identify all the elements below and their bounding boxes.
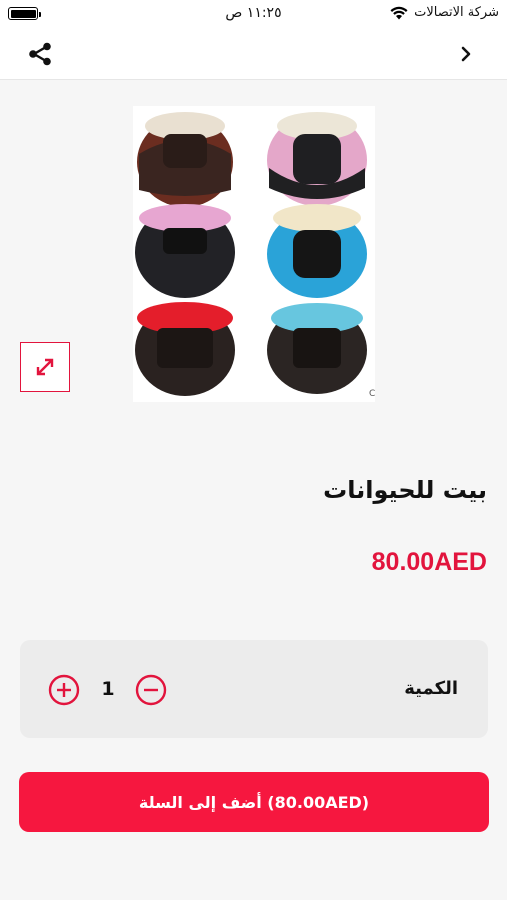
share-icon[interactable]	[26, 40, 54, 68]
quantity-value: 1	[101, 678, 115, 700]
increase-quantity-button[interactable]	[48, 674, 80, 706]
pet-playpen-lightblue	[267, 303, 367, 394]
pet-playpen-pink	[267, 112, 367, 206]
product-image: C	[133, 106, 375, 402]
pet-playpen-brown	[137, 112, 233, 207]
product-price: 80.00AED	[371, 548, 487, 576]
pet-playpen-black	[135, 204, 235, 298]
carrier-name: شركة الاتصالات	[414, 5, 499, 20]
quantity-label: الكمية	[404, 678, 458, 699]
pet-playpen-red	[135, 302, 235, 396]
expand-icon	[36, 358, 54, 376]
add-to-cart-button[interactable]: أضف إلى السلة (80.00AED)	[19, 772, 489, 832]
add-to-cart-label: أضف إلى السلة (80.00AED)	[138, 792, 370, 812]
status-carrier: شركة الاتصالات	[390, 5, 499, 20]
status-bar: ١١:٢٥ ص شركة الاتصالات	[0, 0, 507, 28]
chevron-right-icon[interactable]	[455, 42, 479, 66]
pet-playpen-blue	[267, 204, 367, 298]
nav-bar	[0, 28, 507, 80]
product-title: بيت للحيوانات	[323, 476, 487, 504]
quantity-selector: 1 الكمية	[20, 640, 488, 738]
expand-image-button[interactable]	[20, 342, 70, 392]
wifi-icon	[390, 6, 408, 19]
decrease-quantity-button[interactable]	[135, 674, 167, 706]
image-watermark: C	[369, 389, 375, 399]
